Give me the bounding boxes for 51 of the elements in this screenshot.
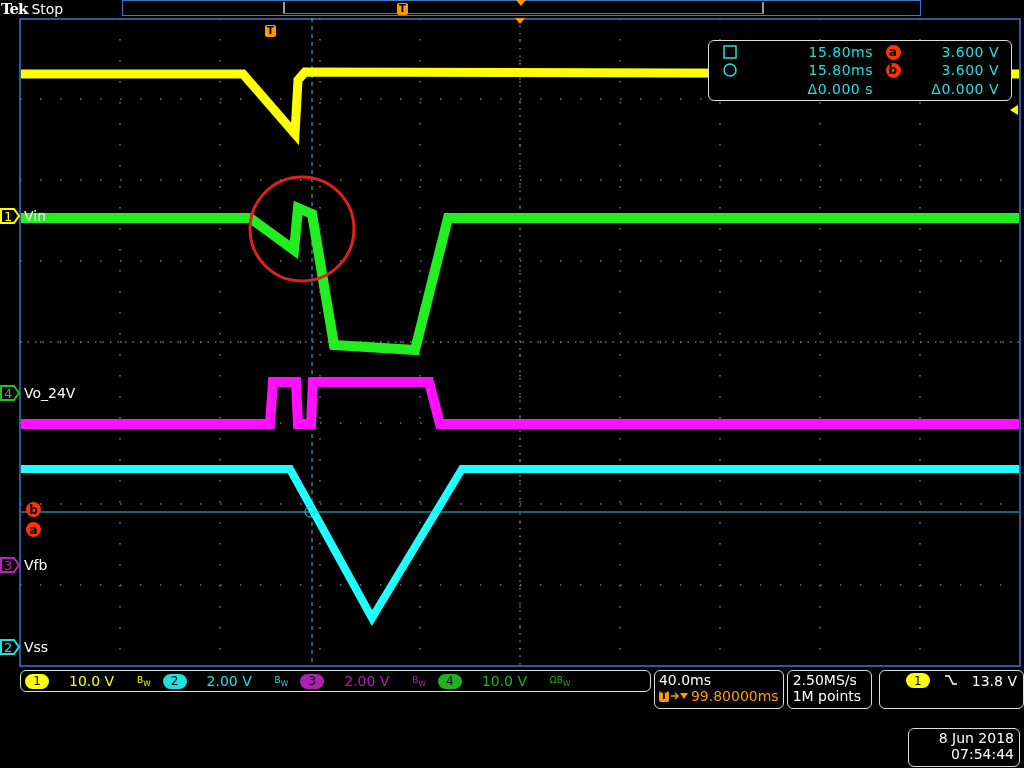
- channel-scale: 10.0 V: [481, 673, 529, 689]
- center-triangle-icon: [516, 0, 526, 6]
- cursor-voltage-reading: 3.600 V: [940, 44, 999, 61]
- channel-scale: 2.00 V: [206, 673, 253, 689]
- channel-marker[interactable]: 3: [0, 557, 20, 573]
- cursor-time-reading: 15.80ms: [807, 62, 873, 79]
- time-label: 07:54:44: [951, 746, 1014, 762]
- channel-label: Vfb: [24, 557, 48, 573]
- cursor-marker: b: [26, 502, 41, 517]
- date-label: 8 Jun 2018: [938, 730, 1014, 746]
- cursor-circle-icon: [304, 506, 316, 518]
- channel-button[interactable]: 2: [162, 673, 187, 689]
- cursor-marker: a: [26, 522, 41, 537]
- falling-edge-icon: [943, 673, 958, 687]
- channel-marker[interactable]: 1: [0, 208, 20, 224]
- bandwidth-limit-label: B$_{W}$: [412, 674, 426, 688]
- bandwidth-limit-label: B$_{W}$: [137, 674, 151, 688]
- channel-label: Vin: [24, 208, 47, 224]
- channel-button[interactable]: 1: [25, 673, 49, 689]
- record-length: 1M points: [792, 688, 863, 704]
- circle-cursor-icon: [723, 63, 737, 78]
- trigger-level: 13.8 V: [971, 673, 1017, 689]
- time-scale: 40.0ms: [658, 672, 713, 688]
- channel-label: Vo_24V: [24, 385, 76, 401]
- channel-label: Vss: [24, 639, 49, 655]
- cursor-time-reading: 15.80ms: [807, 44, 873, 61]
- acquisition-status: Stop: [31, 1, 64, 17]
- trigger-marker: T: [265, 25, 276, 37]
- trigger-marker: T: [658, 690, 669, 702]
- trigger-position: 99.80000ms: [690, 688, 779, 704]
- channel-button[interactable]: 4: [437, 673, 462, 689]
- channel-marker[interactable]: 4: [0, 385, 20, 401]
- trigger-source[interactable]: 1: [905, 673, 930, 688]
- bandwidth-limit-label: ΩB$_{W}$: [549, 674, 571, 688]
- channel-button[interactable]: 3: [300, 673, 325, 689]
- sample-rate: 2.50MS/s: [792, 672, 858, 688]
- bandwidth-limit-label: B$_{W}$: [274, 674, 289, 688]
- arrow-icon: [669, 691, 690, 701]
- cursor-badge: b: [885, 63, 901, 78]
- cursor-time-reading: Δ0.000 s: [806, 80, 873, 97]
- channel-scale: 10.0 V: [69, 673, 116, 689]
- trigger-position-marker: T: [397, 3, 408, 15]
- square-cursor-icon: [723, 45, 737, 60]
- channel-marker[interactable]: 2: [0, 639, 20, 655]
- brand-logo: Tek: [1, 0, 28, 18]
- trigger-level-arrow-icon: [1010, 105, 1018, 115]
- cursor-badge: a: [885, 44, 901, 60]
- cursor-voltage-reading: Δ0.000 V: [930, 80, 999, 97]
- cursor-voltage-reading: 3.600 V: [940, 62, 999, 79]
- channel-scale: 2.00 V: [344, 673, 391, 689]
- trigger-center-triangle-icon: [515, 18, 525, 24]
